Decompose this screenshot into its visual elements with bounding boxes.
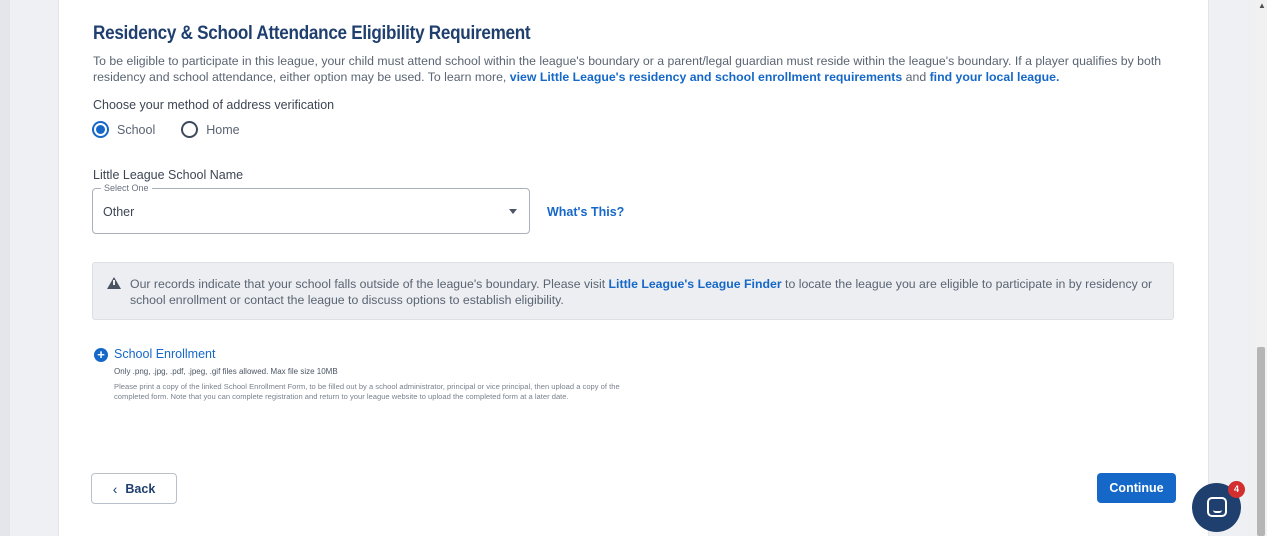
school-name-label: Little League School Name xyxy=(93,168,244,182)
radio-school-selected[interactable] xyxy=(92,121,109,138)
scrollbar-thumb[interactable] xyxy=(1257,347,1265,536)
warning-icon xyxy=(107,277,121,289)
section-title: Residency & School Attendance Eligibilit… xyxy=(93,23,531,44)
school-name-select[interactable]: Select One Other xyxy=(92,183,530,234)
left-gutter xyxy=(0,0,10,536)
chevron-left-icon: ‹ xyxy=(112,480,118,497)
verification-method-label: Choose your method of address verificati… xyxy=(93,98,335,112)
eligibility-description: To be eligible to participate in this le… xyxy=(93,53,1183,85)
upload-file-types: Only .png, .jpg, .pdf, .jpeg, .gif files… xyxy=(114,367,338,376)
verification-radio-group: School Home xyxy=(92,121,266,138)
back-button[interactable]: ‹ Back xyxy=(91,473,177,504)
alert-text-before: Our records indicate that your school fa… xyxy=(130,277,609,291)
scroll-up-arrow-icon[interactable]: ▲ xyxy=(1258,2,1266,10)
back-button-label: Back xyxy=(125,481,156,496)
caret-down-icon xyxy=(509,209,517,214)
radio-home-label: Home xyxy=(206,122,240,137)
whats-this-link[interactable]: What's This? xyxy=(547,205,624,219)
upload-instructions: Please print a copy of the linked School… xyxy=(114,382,620,401)
add-circle-icon[interactable]: + xyxy=(94,348,108,362)
school-enrollment-upload-link[interactable]: School Enrollment xyxy=(114,347,215,361)
vertical-scrollbar[interactable]: ▲ xyxy=(1255,0,1267,536)
description-and: and xyxy=(902,70,930,84)
select-legend: Select One xyxy=(101,183,152,193)
league-finder-link[interactable]: Little League's League Finder xyxy=(609,277,782,291)
radio-option-home[interactable]: Home xyxy=(181,121,240,138)
select-value: Other xyxy=(103,205,135,219)
chat-notification-badge: 4 xyxy=(1228,481,1245,498)
boundary-warning-alert: Our records indicate that your school fa… xyxy=(92,262,1174,320)
radio-selected-dot xyxy=(96,125,105,134)
radio-school-label: School xyxy=(117,122,156,137)
find-local-league-link[interactable]: find your local league. xyxy=(930,70,1060,84)
residency-requirements-link[interactable]: view Little League's residency and schoo… xyxy=(510,70,902,84)
continue-button[interactable]: Continue xyxy=(1097,473,1176,503)
radio-home-unselected[interactable] xyxy=(181,121,199,138)
alert-message: Our records indicate that your school fa… xyxy=(130,276,1160,308)
radio-option-school[interactable]: School xyxy=(92,121,155,138)
chat-icon xyxy=(1207,497,1227,517)
